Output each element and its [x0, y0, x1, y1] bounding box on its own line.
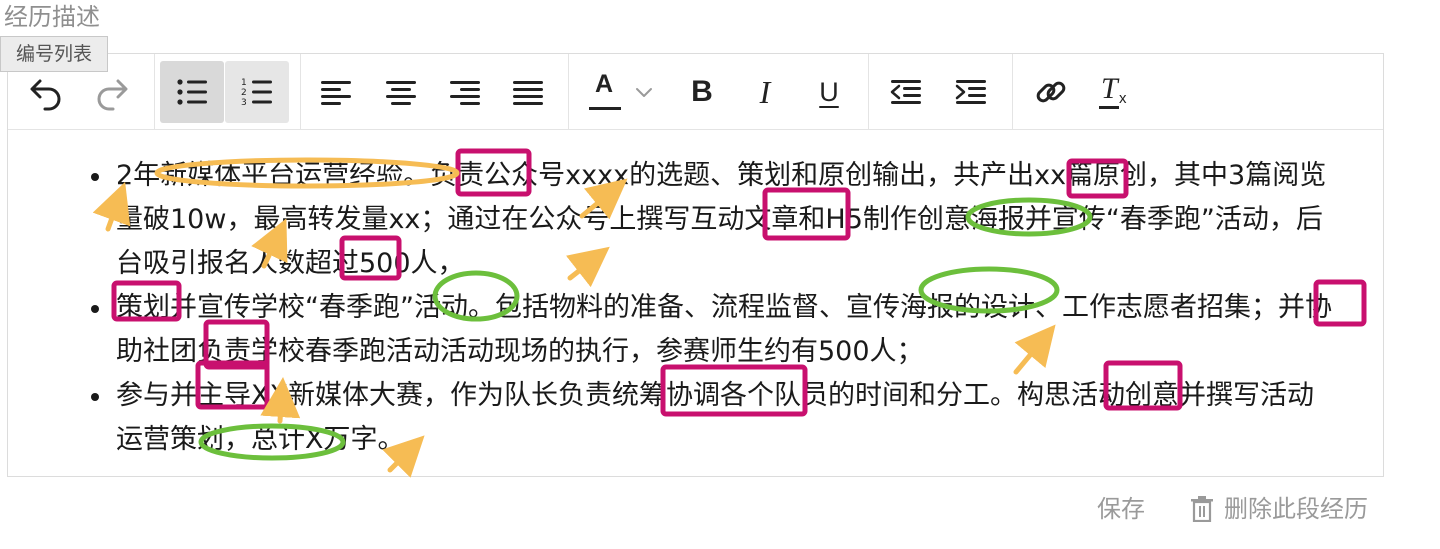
link-button[interactable] [1019, 61, 1083, 123]
undo-icon [30, 79, 61, 111]
list-item: 参与并主导XX新媒体大赛，作为队长负责统筹协调各个队员的时间和分工。构思活动创意… [90, 374, 1340, 462]
section-title: 经历描述 [4, 3, 100, 31]
numbered-list-button[interactable]: 1 2 3 [225, 61, 289, 123]
rich-text-editor: 1 2 3 A B I U T x 2年新媒体平台运营经验。负责公众号xxxx的… [7, 53, 1384, 477]
align-justify-icon [513, 81, 543, 105]
resume-bullet-list: 2年新媒体平台运营经验。负责公众号xxxx的选题、策划和原创输出，共产出xx篇原… [90, 154, 1340, 462]
redo-icon [97, 79, 128, 111]
list-item: 策划并宣传学校“春季跑”活动。包括物料的准备、流程监督、宣传海报的设计、工作志愿… [90, 286, 1340, 374]
delete-experience-label: 删除此段经历 [1224, 495, 1368, 523]
bold-button[interactable]: B [670, 61, 734, 123]
delete-experience-button[interactable]: 删除此段经历 [1190, 492, 1368, 526]
align-left-icon [321, 81, 351, 105]
link-icon [1036, 81, 1066, 103]
font-color-underline [589, 107, 621, 110]
bulleted-list-button[interactable] [160, 61, 224, 123]
align-center-button[interactable] [369, 61, 433, 123]
align-justify-button[interactable] [496, 61, 560, 123]
outdent-button[interactable] [874, 61, 938, 123]
clear-format-icon: T x [1099, 72, 1127, 109]
italic-button[interactable]: I [733, 61, 797, 123]
font-color-button[interactable]: A [576, 61, 672, 123]
numbered-list-tooltip: 编号列表 [0, 36, 108, 72]
italic-icon: I [759, 73, 771, 110]
align-right-icon [450, 81, 480, 105]
bold-icon: B [691, 75, 713, 108]
numbered-list-icon: 1 2 3 [241, 78, 272, 108]
font-color-letter: A [595, 70, 614, 98]
align-right-button[interactable] [433, 61, 497, 123]
editor-content[interactable]: 2年新媒体平台运营经验。负责公众号xxxx的选题、策划和原创输出，共产出xx篇原… [8, 130, 1383, 476]
editor-toolbar: 1 2 3 A B I U T x [8, 54, 1383, 130]
clear-format-button[interactable]: T x [1082, 61, 1146, 123]
list-item: 2年新媒体平台运营经验。负责公众号xxxx的选题、策划和原创输出，共产出xx篇原… [90, 154, 1340, 286]
chevron-down-icon [636, 88, 652, 97]
svg-text:1: 1 [241, 78, 247, 88]
underline-button[interactable]: U [797, 61, 861, 123]
indent-icon [955, 80, 986, 104]
indent-button[interactable] [939, 61, 1003, 123]
outdent-icon [890, 80, 921, 104]
trash-icon [1191, 496, 1213, 522]
align-center-icon [386, 81, 416, 105]
save-button[interactable]: 保存 [1097, 492, 1145, 526]
bulleted-list-icon [177, 79, 207, 105]
underline-icon: U [819, 76, 839, 107]
svg-text:3: 3 [241, 98, 247, 108]
align-left-button[interactable] [304, 61, 368, 123]
svg-text:2: 2 [241, 88, 247, 98]
